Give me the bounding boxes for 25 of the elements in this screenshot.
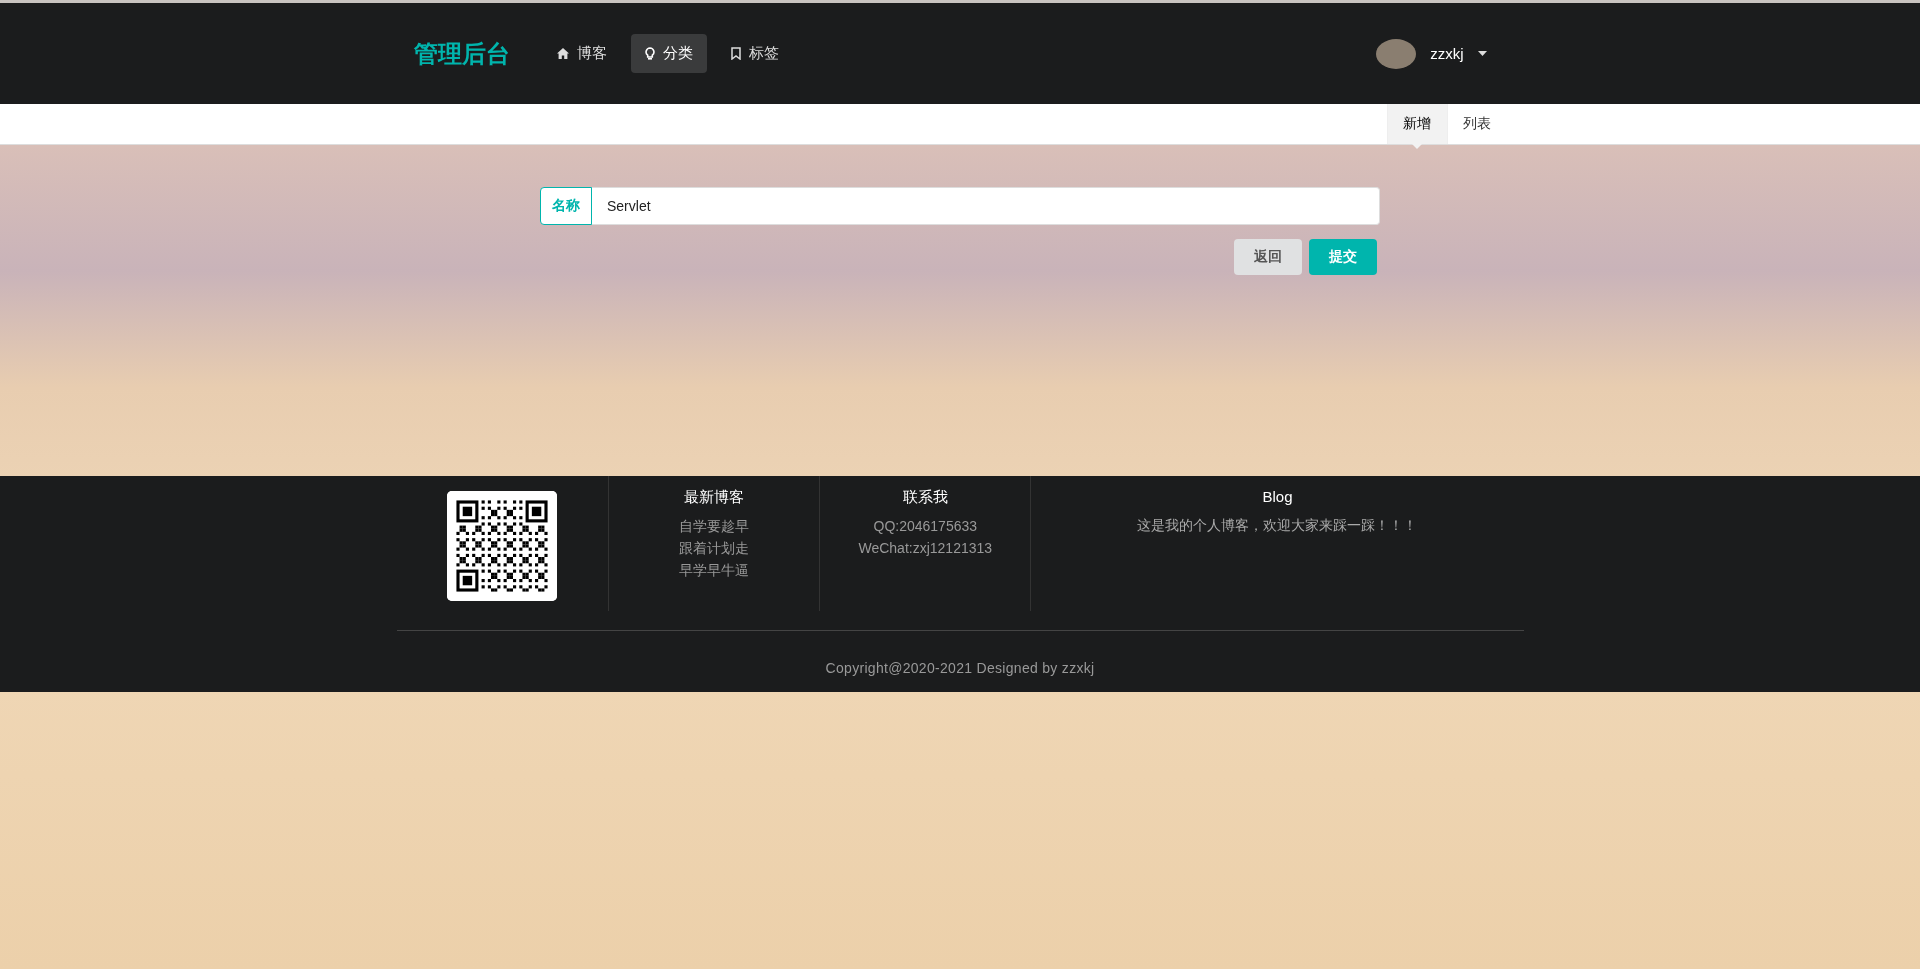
footer-heading: Blog [1262, 488, 1293, 505]
lightbulb-icon [644, 47, 655, 60]
user-name[interactable]: zzxkj [1430, 45, 1464, 62]
name-input[interactable]: Servlet [592, 187, 1380, 225]
footer-text: 这是我的个人博客，欢迎大家来踩一踩！！！ [1137, 517, 1418, 535]
site-logo[interactable]: 管理后台 [413, 37, 510, 70]
nav-item[interactable]: 博客 [542, 34, 621, 73]
tab[interactable]: 列表 [1446, 104, 1507, 144]
home-icon [556, 48, 569, 59]
bookmark-icon [730, 47, 741, 60]
copyright-text: Copyright@2020-2021 Designed by zzxkj [825, 660, 1095, 676]
tab-pointer [1412, 144, 1422, 149]
field-label: 名称 [540, 187, 592, 225]
footer-link[interactable]: 跟着计划走 [678, 537, 749, 559]
back-button[interactable]: 返回 [1234, 239, 1302, 275]
footer-link[interactable]: 早学早牛逼 [678, 559, 749, 581]
footer-heading: 联系我 [902, 488, 948, 507]
nav-item[interactable]: 标签 [716, 34, 793, 73]
footer-link[interactable]: QQ:2046175633 [873, 515, 978, 537]
footer-heading: 最新博客 [683, 488, 744, 507]
user-avatar[interactable] [1376, 38, 1417, 69]
caret-icon[interactable] [1477, 51, 1487, 56]
footer-link[interactable]: 自学要趁早 [678, 515, 749, 537]
nav-item[interactable]: 分类 [630, 34, 707, 73]
footer-link[interactable]: WeChat:zxj12121313 [858, 537, 993, 559]
